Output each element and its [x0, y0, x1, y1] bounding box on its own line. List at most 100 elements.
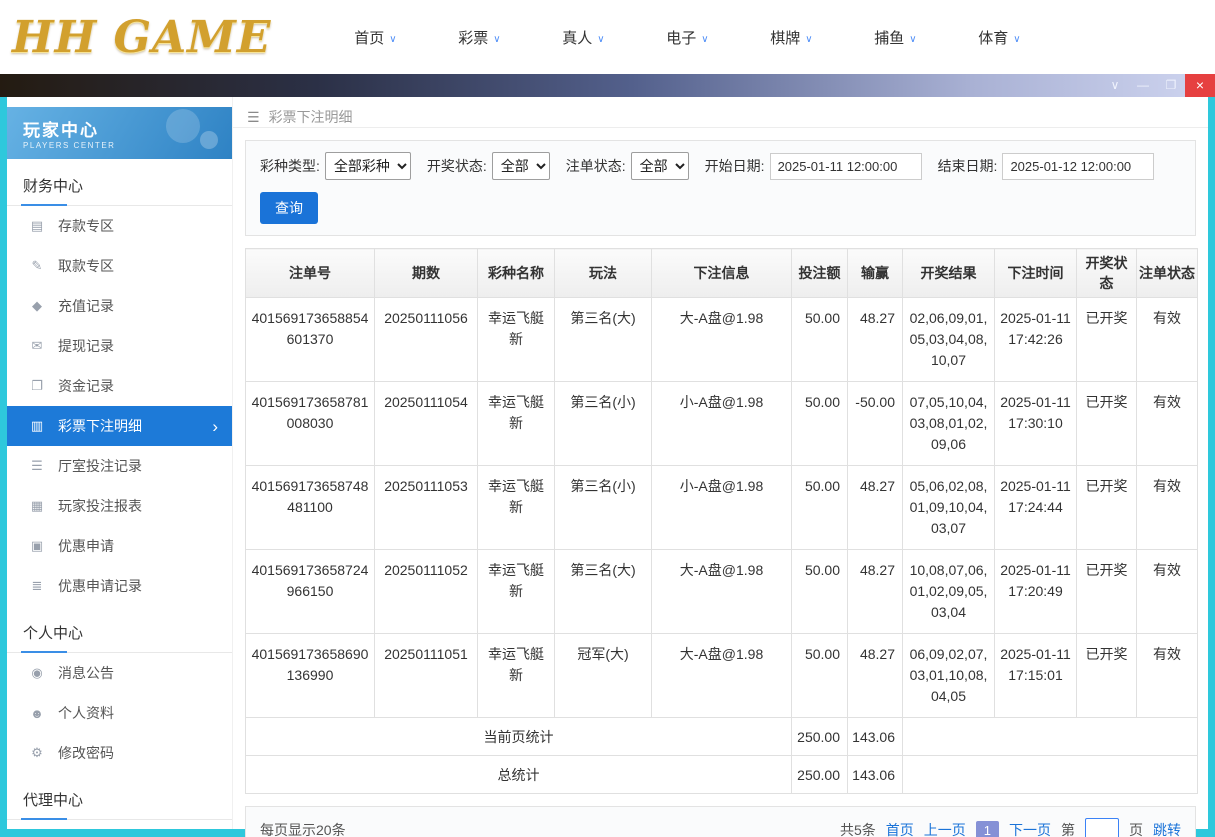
- deposit-icon: ▤: [30, 218, 44, 233]
- nav-item-cards[interactable]: 棋牌 ∨: [739, 27, 843, 48]
- chevron-down-icon: ∨: [701, 33, 709, 45]
- per-page-text: 每页显示20条: [260, 822, 346, 837]
- table-cell: 已开奖: [1076, 297, 1137, 382]
- section-label-personal: 个人中心: [7, 606, 232, 653]
- sidebar-item-player-bet-report[interactable]: ▦ 玩家投注报表: [7, 486, 232, 526]
- nav-item-fishing[interactable]: 捕鱼 ∨: [843, 27, 947, 48]
- sidebar-item-withdraw[interactable]: ✎ 取款专区: [7, 246, 232, 286]
- lottery-type-select[interactable]: 全部彩种: [324, 152, 411, 180]
- page-summary-row: 当前页统计 250.00 143.06: [245, 717, 1198, 756]
- sidebar-item-label: 提现记录: [58, 338, 114, 354]
- end-date-filter: 结束日期:: [938, 152, 1155, 180]
- sidebar-item-deposit[interactable]: ▤ 存款专区: [7, 206, 232, 246]
- window-chevron-button[interactable]: ∨: [1101, 74, 1129, 97]
- table-row: 401569173658724966150 20250111052 幸运飞艇新 第三名…: [245, 549, 1198, 634]
- table-cell: 幸运飞艇新: [477, 297, 555, 382]
- window-minimize-button[interactable]: —: [1129, 74, 1157, 97]
- logo: HH GAME: [12, 11, 272, 63]
- sidebar-item-label: 个人资料: [58, 705, 114, 721]
- window-maximize-button[interactable]: ❐: [1157, 74, 1185, 97]
- main-nav: 首页 ∨ 彩票 ∨ 真人 ∨ 电子 ∨ 棋牌 ∨ 捕鱼 ∨ 体育 ∨: [323, 27, 1051, 48]
- table-cell: 第三名(小): [554, 381, 652, 466]
- nav-item-sports[interactable]: 体育 ∨: [947, 27, 1051, 48]
- jump-prefix-text: 第: [1061, 822, 1075, 837]
- first-page-link[interactable]: 首页: [886, 820, 914, 837]
- lottery-type-label: 彩种类型:: [260, 158, 320, 174]
- jump-page-input[interactable]: [1085, 818, 1119, 837]
- sidebar-item-label: 消息公告: [58, 665, 114, 681]
- sidebar-item-label: 取款专区: [58, 258, 114, 274]
- sidebar-item-label: 彩票下注明细: [58, 418, 142, 434]
- sidebar-item-lottery-bet-detail[interactable]: ▥ 彩票下注明细 ›: [7, 406, 232, 446]
- table-cell: 07,05,10,04,03,08,01,02,09,06: [902, 381, 995, 466]
- table-cell: 02,06,09,01,05,03,04,08,10,07: [902, 297, 995, 382]
- withdraw-icon: ✎: [31, 258, 43, 273]
- grand-summary-empty-cell: [902, 755, 1198, 794]
- sidebar-item-label: 优惠申请: [58, 538, 114, 554]
- sidebar-item-promo-apply-record[interactable]: ≣ 优惠申请记录: [7, 566, 232, 606]
- chevron-down-icon: ∨: [805, 33, 813, 45]
- hall-bet-record-icon: ☰: [31, 458, 43, 473]
- table-cell: 已开奖: [1076, 549, 1137, 634]
- table-cell: 冠军(大): [554, 633, 652, 718]
- sidebar-item-withdraw-record[interactable]: ✉ 提现记录: [7, 326, 232, 366]
- sidebar-item-announcements[interactable]: ◉ 消息公告: [7, 653, 232, 693]
- nav-item-home[interactable]: 首页 ∨: [323, 27, 427, 48]
- section-label-finance: 财务中心: [7, 159, 232, 206]
- column-header: 投注额: [791, 248, 848, 298]
- sidebar-item-promo-apply[interactable]: ▣ 优惠申请: [7, 526, 232, 566]
- sidebar-item-label: 资金记录: [58, 378, 114, 394]
- page-summary-empty-cell: [902, 717, 1198, 756]
- chevron-down-icon: ∨: [1013, 33, 1021, 45]
- end-date-input[interactable]: [1002, 152, 1155, 180]
- jump-button[interactable]: 跳转: [1153, 820, 1181, 837]
- sidebar-item-funds-record[interactable]: ❐ 资金记录: [7, 366, 232, 406]
- nav-item-label: 真人: [562, 29, 593, 47]
- start-date-label: 开始日期:: [704, 158, 765, 174]
- table-row: 401569173658748481100 20250111053 幸运飞艇新 第三名…: [245, 465, 1198, 550]
- page-summary-bet-total: 250.00: [791, 717, 848, 756]
- draw-status-label: 开奖状态:: [426, 158, 487, 174]
- nav-item-slots[interactable]: 电子 ∨: [635, 27, 739, 48]
- player-bet-report-icon: ▦: [30, 498, 44, 513]
- sidebar-item-hall-bet-record[interactable]: ☰ 厅室投注记录: [7, 446, 232, 486]
- column-header: 注单号: [245, 248, 375, 298]
- profile-icon: ☻: [30, 705, 44, 721]
- search-button[interactable]: 查询: [260, 192, 318, 224]
- prev-page-link[interactable]: 上一页: [924, 820, 966, 837]
- filter-row: 彩种类型: 全部彩种 开奖状态: 全部 注单状态: 全部 开始日期: 2025-…: [260, 152, 1181, 180]
- table-cell: 48.27: [847, 549, 903, 634]
- table-cell: 有效: [1136, 633, 1198, 718]
- table-cell: 401569173658724966150: [245, 549, 375, 634]
- table-cell: 大-A盘@1.98: [651, 633, 792, 718]
- table-cell: 有效: [1136, 381, 1198, 466]
- total-count-text: 共5条: [839, 822, 876, 837]
- start-date-input[interactable]: [769, 152, 922, 180]
- table-cell: 已开奖: [1076, 465, 1137, 550]
- page-summary-win-total: 143.06: [847, 717, 903, 756]
- table-cell: 50.00: [791, 465, 848, 550]
- menu-icon: ☰: [247, 108, 260, 125]
- sidebar-item-recharge-record[interactable]: ◆ 充值记录: [7, 286, 232, 326]
- table-cell: 幸运飞艇新: [477, 633, 555, 718]
- jump-suffix-text: 页: [1129, 822, 1143, 837]
- bets-table: 注单号 期数 彩种名称 玩法 下注信息 投注额 输赢 开奖结果 下注时间 开奖状态 注单状态 401…: [245, 248, 1198, 794]
- table-cell: 已开奖: [1076, 633, 1137, 718]
- sidebar-item-profile[interactable]: ☻ 个人资料: [7, 693, 232, 733]
- nav-item-label: 棋牌: [770, 29, 801, 47]
- draw-status-select[interactable]: 全部: [491, 152, 550, 180]
- window-close-button[interactable]: ×: [1185, 74, 1215, 97]
- nav-item-lottery[interactable]: 彩票 ∨: [427, 27, 531, 48]
- table-cell: 10,08,07,06,01,02,09,05,03,04: [902, 549, 995, 634]
- table-cell: 50.00: [791, 633, 848, 718]
- players-center-banner: 玩家中心 PLAYERS CENTER: [7, 107, 232, 159]
- table-cell: -50.00: [847, 381, 903, 466]
- chevron-down-icon: ∨: [493, 33, 501, 45]
- sidebar-item-label: 修改密码: [58, 745, 114, 761]
- order-status-select[interactable]: 全部: [630, 152, 689, 180]
- table-cell: 20250111052: [374, 549, 478, 634]
- current-page-indicator[interactable]: 1: [975, 820, 999, 837]
- nav-item-live[interactable]: 真人 ∨: [531, 27, 635, 48]
- sidebar-item-change-password[interactable]: ⚙ 修改密码: [7, 733, 232, 773]
- next-page-link[interactable]: 下一页: [1009, 820, 1051, 837]
